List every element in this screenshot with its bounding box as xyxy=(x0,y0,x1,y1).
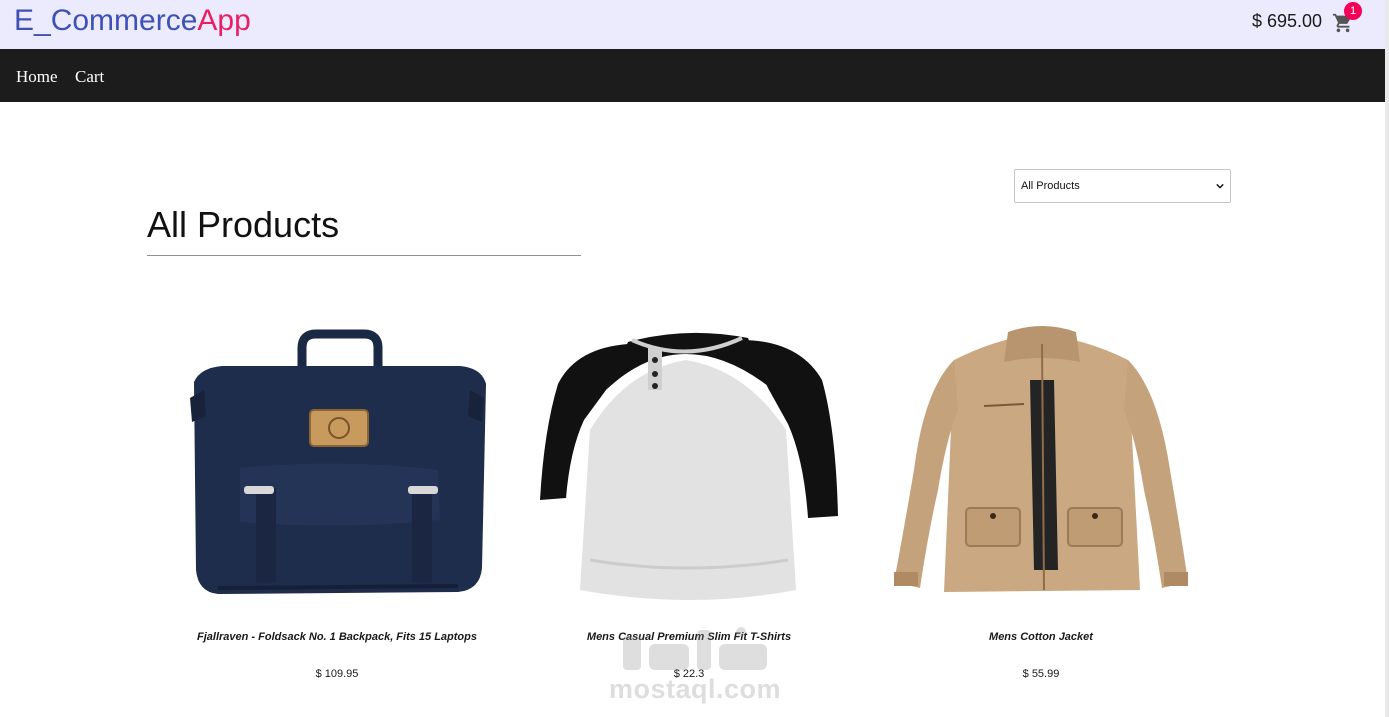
page-title: All Products xyxy=(147,204,340,245)
product-image-tshirt[interactable] xyxy=(536,320,842,610)
product-image-jacket[interactable] xyxy=(888,320,1194,610)
category-filter-value: All Products xyxy=(1021,180,1080,192)
cart-total: $ 695.00 xyxy=(1252,11,1323,31)
product-image-backpack[interactable] xyxy=(182,320,492,610)
product-title[interactable]: Mens Casual Premium Slim Fit T-Shirts xyxy=(509,631,869,643)
product-price: $ 109.95 xyxy=(315,668,359,680)
product-price: $ 22.3 xyxy=(673,668,705,680)
brand-logo[interactable]: E_CommerceApp xyxy=(14,4,251,38)
title-divider xyxy=(147,255,581,256)
page-scrollbar[interactable] xyxy=(1385,0,1389,717)
product-title[interactable]: Mens Cotton Jacket xyxy=(861,631,1221,643)
cart-count-badge: 1 xyxy=(1344,2,1362,20)
chevron-down-icon xyxy=(1216,183,1224,189)
brand-name-part1: E_Commerce xyxy=(14,4,198,37)
nav-home-link[interactable]: Home xyxy=(16,67,58,87)
product-title[interactable]: Fjallraven - Foldsack No. 1 Backpack, Fi… xyxy=(157,631,517,643)
nav-cart-link[interactable]: Cart xyxy=(75,67,104,87)
app-header: E_CommerceApp $ 695.00 1 xyxy=(0,0,1389,49)
brand-name-part2: App xyxy=(197,4,251,37)
main-navbar: Home Cart xyxy=(0,49,1385,102)
product-price: $ 55.99 xyxy=(1022,668,1060,680)
category-filter-select[interactable]: All Products xyxy=(1014,169,1231,203)
